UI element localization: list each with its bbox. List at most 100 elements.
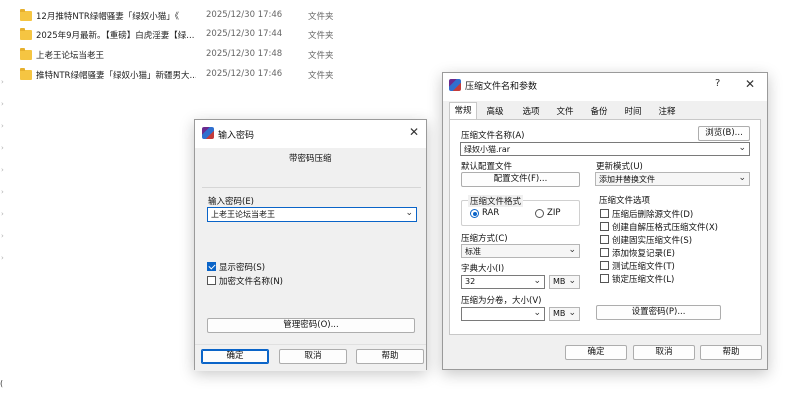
dialog-title: 压缩文件名和参数 [465,82,538,92]
dictionary-size-select[interactable]: 32 ⌄ [461,275,545,289]
show-password-checkbox[interactable] [207,262,216,271]
chevron-down-icon[interactable]: ⌄ [568,308,576,318]
folder-icon [20,68,32,80]
chevron-down-icon[interactable]: ⌄ [738,173,746,183]
file-type: 文件夹 [308,71,334,81]
chevron-right-icon[interactable]: › [1,78,4,86]
chevron-down-icon[interactable]: ⌄ [568,245,576,255]
option-lock-checkbox[interactable] [600,274,609,283]
archive-name-input[interactable]: 绿奴小猫.rar ⌄ [460,142,750,156]
tab-comment[interactable]: 注释 [653,104,681,120]
help-button[interactable]: 帮助 [700,345,762,360]
chevron-right-icon[interactable]: › [1,144,4,152]
option-recovery-checkbox[interactable] [600,248,609,257]
file-row[interactable]: 上老王论坛当老王 2025/12/30 17:48 文件夹 [0,45,440,65]
tab-panel-general: 压缩文件名称(A) 浏览(B)... 绿奴小猫.rar ⌄ 默认配置文件 配置文… [449,119,761,335]
file-row[interactable]: 推特NTR绿帽骚妻「绿奴小猫」新疆男大... 2025/12/30 17:46 … [0,65,440,85]
file-date: 2025/12/30 17:44 [206,29,283,39]
password-input[interactable]: 上老王论坛当老王 ⌄ [207,207,417,222]
chevron-right-icon[interactable]: › [1,166,4,174]
cancel-button[interactable]: 取消 [633,345,695,360]
dictionary-size-label: 字典大小(I) [461,264,505,274]
option-test-checkbox[interactable] [600,261,609,270]
dictionary-size-value: 32 [465,277,476,286]
tab-files[interactable]: 文件 [551,104,579,120]
help-icon[interactable]: ? [715,79,720,89]
format-zip-label: ZIP [547,208,561,218]
option-label: 锁定压缩文件(L) [612,275,675,285]
split-unit-select[interactable]: MB ⌄ [549,307,580,321]
split-volume-input[interactable]: ⌄ [461,307,545,321]
set-password-button[interactable]: 设置密码(P)... [596,305,721,320]
ok-button[interactable]: 确定 [565,345,627,360]
encrypt-filenames-checkbox[interactable] [207,276,216,285]
archive-dialog: 压缩文件名和参数 ? ✕ 常规 高级 选项 文件 备份 时间 注释 压缩文件名称… [442,72,768,370]
archive-name-label: 压缩文件名称(A) [461,131,525,141]
tab-advanced[interactable]: 高级 [481,104,509,120]
format-rar-radio[interactable] [470,209,479,218]
tab-general[interactable]: 常规 [449,102,477,120]
chevron-right-icon[interactable]: › [1,232,4,240]
chevron-down-icon[interactable]: ⌄ [405,208,413,218]
update-mode-select[interactable]: 添加并替换文件 ⌄ [595,172,750,186]
close-icon[interactable]: ✕ [745,78,755,90]
tab-backup[interactable]: 备份 [585,104,613,120]
dictionary-unit-select[interactable]: MB ⌄ [549,275,580,289]
file-row[interactable]: 2025年9月最新。【重磅】白虎淫妻【绿... 2025/12/30 17:44… [0,25,440,45]
chevron-down-icon[interactable]: ⌄ [533,308,541,318]
close-icon[interactable]: ✕ [409,126,419,138]
chevron-down-icon[interactable]: ⌄ [738,143,746,153]
password-label: 输入密码(E) [208,197,255,207]
compression-method-select[interactable]: 标准 ⌄ [461,244,580,258]
file-row[interactable]: 12月推特NTR绿帽骚妻「绿奴小猫」《 2025/12/30 17:46 文件夹 [0,6,440,26]
folder-icon [20,28,32,40]
tab-time[interactable]: 时间 [619,104,647,120]
chevron-right-icon[interactable]: › [1,100,4,108]
option-delete-after-checkbox[interactable] [600,209,609,218]
archive-options-title: 压缩文件选项 [599,196,651,206]
chevron-down-icon[interactable]: ⌄ [533,276,541,286]
option-solid-checkbox[interactable] [600,235,609,244]
chevron-right-icon[interactable]: › [1,188,4,196]
split-volume-label: 压缩为分卷，大小(V) [461,296,542,306]
archive-name-value: 绿奴小猫.rar [464,145,511,154]
archive-format-group: 压缩文件格式 RAR ZIP [461,195,580,226]
archive-dialog-titlebar[interactable]: 压缩文件名和参数 ? ✕ [443,73,767,101]
dictionary-unit-value: MB [553,277,566,286]
option-label: 测试压缩文件(T) [612,262,675,272]
folder-icon [20,9,32,21]
winrar-icon [449,79,461,91]
profiles-button[interactable]: 配置文件(F)... [461,172,580,187]
chevron-down-icon[interactable]: ⌄ [568,276,576,286]
option-label: 创建自解压格式压缩文件(X) [612,223,718,233]
help-button[interactable]: 帮助 [356,349,424,364]
manage-passwords-button[interactable]: 管理密码(O)... [207,318,415,333]
encrypt-filenames-label: 加密文件名称(N) [219,277,283,287]
divider [202,187,421,188]
compression-method-value: 标准 [465,247,481,256]
dialog-subtitle: 带密码压缩 [289,154,332,164]
password-value: 上老王论坛当老王 [211,210,275,219]
ok-button[interactable]: 确定 [201,349,269,364]
file-type: 文件夹 [308,31,334,41]
cancel-button[interactable]: 取消 [279,349,347,364]
file-name: 推特NTR绿帽骚妻「绿奴小猫」新疆男大... [36,71,196,81]
tab-options[interactable]: 选项 [517,104,545,120]
password-dialog: 输入密码 ✕ 带密码压缩 输入密码(E) 上老王论坛当老王 ⌄ 显示密码(S) … [194,119,427,371]
option-sfx-checkbox[interactable] [600,222,609,231]
password-dialog-titlebar[interactable]: 输入密码 ✕ [195,120,426,148]
chevron-right-icon[interactable]: › [1,122,4,130]
update-mode-value: 添加并替换文件 [599,175,655,184]
format-zip-radio[interactable] [535,209,544,218]
archive-format-title: 压缩文件格式 [468,195,524,207]
file-name: 12月推特NTR绿帽骚妻「绿奴小猫」《 [36,12,180,22]
split-unit-value: MB [553,309,566,318]
browse-button[interactable]: 浏览(B)... [698,126,750,141]
chevron-right-icon[interactable]: › [1,254,4,262]
chevron-right-icon[interactable]: › [1,210,4,218]
edge-text: ( [0,379,4,388]
file-date: 2025/12/30 17:46 [206,69,283,79]
show-password-label: 显示密码(S) [219,263,266,273]
compression-method-label: 压缩方式(C) [461,234,508,244]
file-name: 2025年9月最新。【重磅】白虎淫妻【绿... [36,31,195,41]
